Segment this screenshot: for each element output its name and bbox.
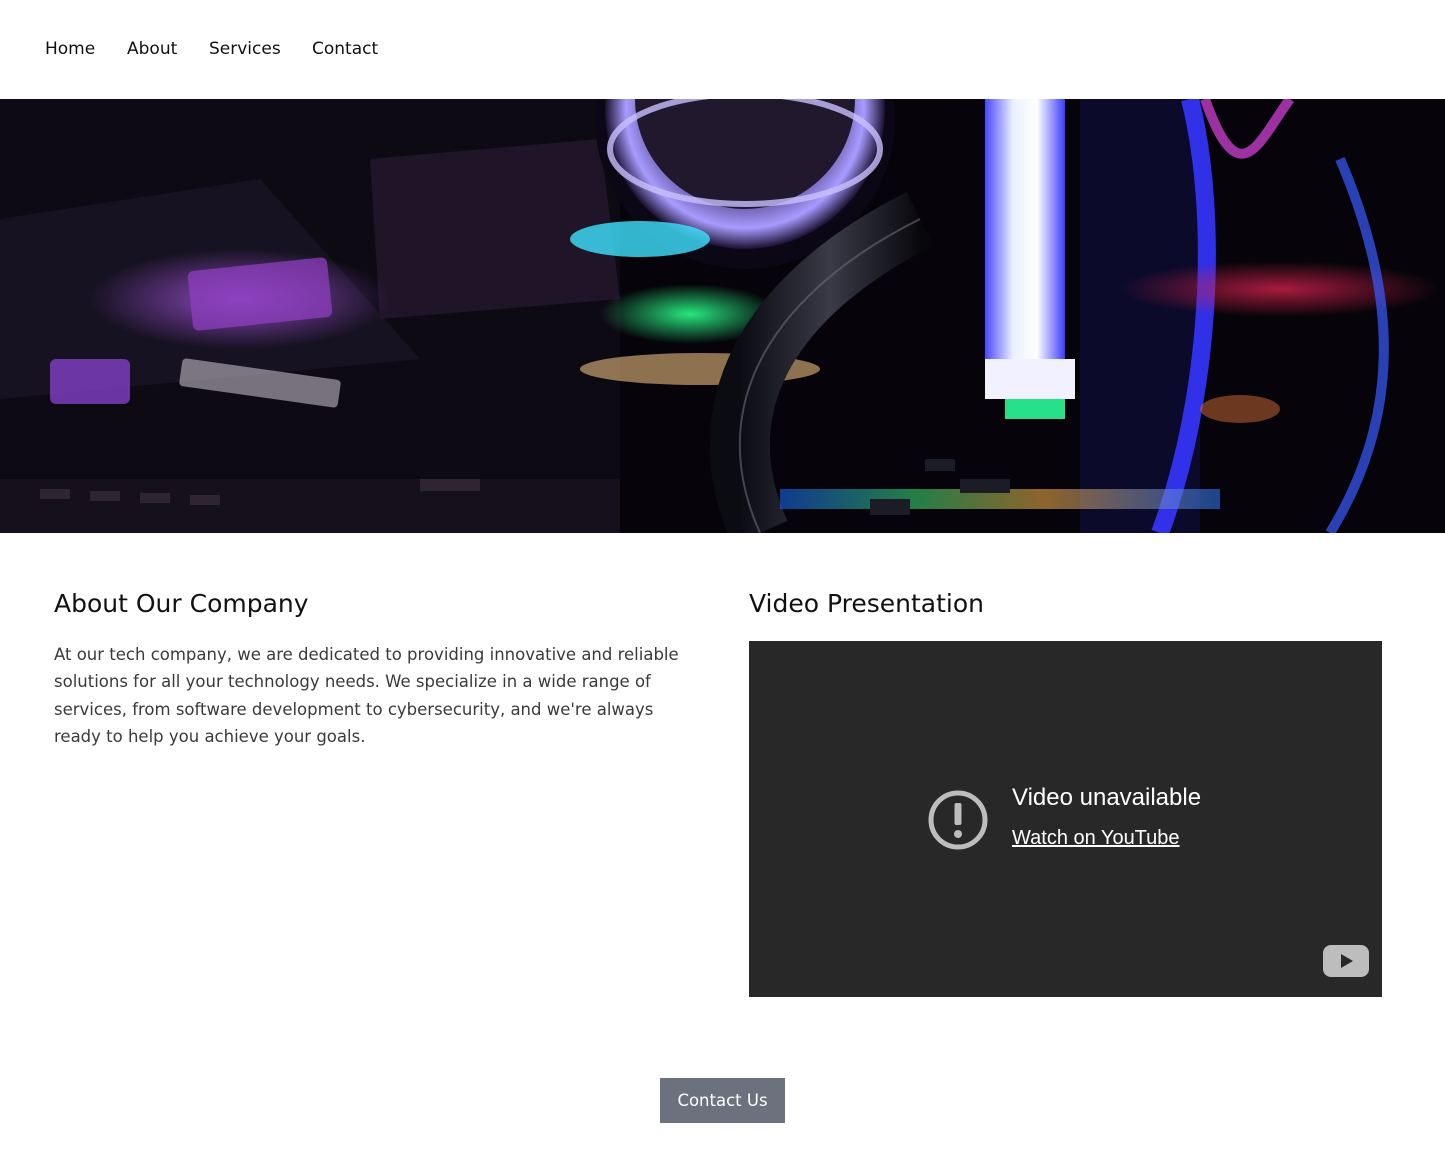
hero-image (0, 99, 1445, 533)
video-section-title: Video Presentation (749, 589, 984, 618)
contact-us-button[interactable]: Contact Us (660, 1078, 785, 1123)
nav-link-about[interactable]: About (127, 38, 177, 60)
main-navigation: Home About Services Contact (0, 0, 1445, 99)
nav-link-contact[interactable]: Contact (312, 38, 378, 60)
alert-circle-icon (928, 790, 988, 850)
video-embed[interactable]: Video unavailable Watch on YouTube (749, 641, 1382, 997)
youtube-play-icon[interactable] (1323, 945, 1369, 977)
video-unavailable-message: Video unavailable (1012, 784, 1202, 811)
nav-link-home[interactable]: Home (45, 38, 95, 60)
about-description: At our tech company, we are dedicated to… (54, 645, 679, 746)
nav-link-services[interactable]: Services (209, 38, 281, 60)
about-section-title: About Our Company (54, 589, 309, 618)
hero-illustration (0, 99, 1445, 533)
watch-on-youtube-link[interactable]: Watch on YouTube (1012, 825, 1180, 851)
